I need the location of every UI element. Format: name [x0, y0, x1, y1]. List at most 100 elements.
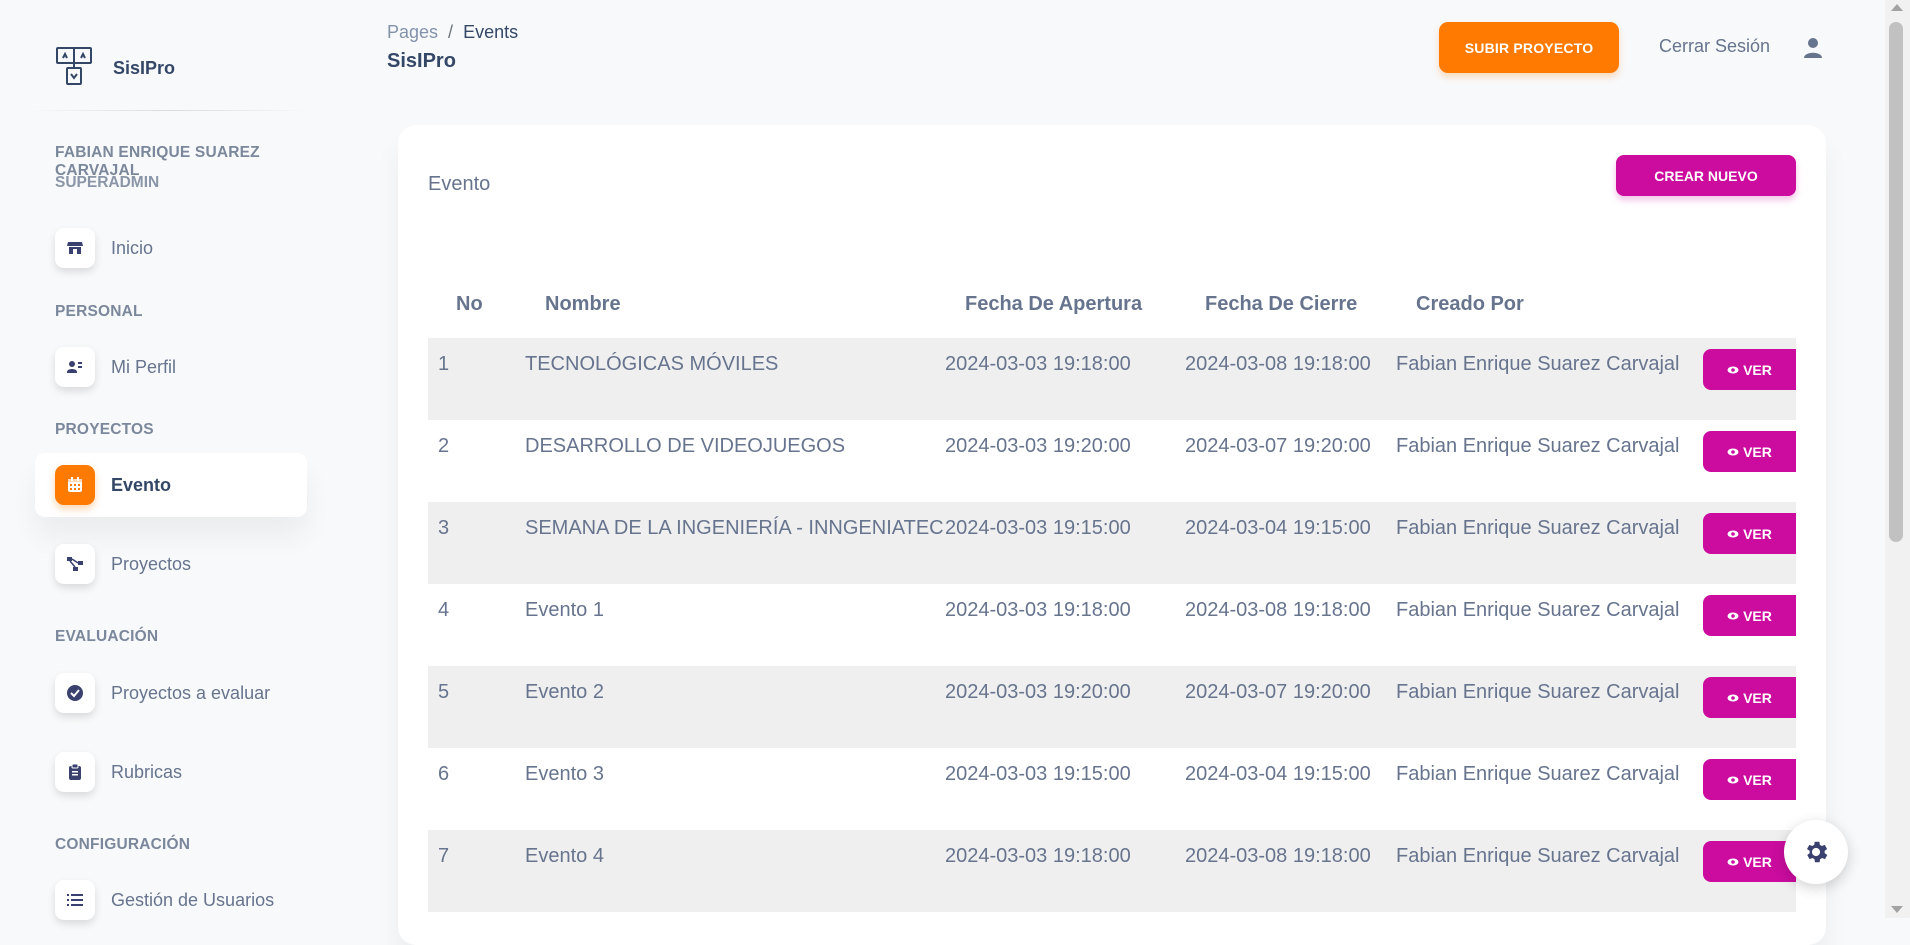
view-button[interactable]: VER [1703, 431, 1796, 472]
sidebar-item-gestion-usuarios[interactable]: Gestión de Usuarios [35, 868, 307, 932]
cell-cierre: 2024-03-08 19:18:00 [1185, 599, 1371, 621]
cell-apertura: 2024-03-03 19:18:00 [945, 353, 1131, 375]
view-button[interactable]: VER [1703, 349, 1796, 390]
sidebar-item-label: Proyectos a evaluar [111, 682, 271, 703]
gear-icon [1807, 841, 1828, 863]
sidebar-item-label: Proyectos [111, 553, 192, 574]
sidebar-item-inicio[interactable]: Inicio [35, 216, 307, 280]
view-button[interactable]: VER [1703, 677, 1796, 718]
cell-nombre: SEMANA DE LA INGENIERÍA - INNGENIATEC [525, 517, 944, 539]
view-label: VER [1743, 607, 1772, 624]
eye-icon [1727, 612, 1739, 619]
shop-icon [55, 228, 95, 268]
cell-no: 4 [438, 599, 450, 621]
brand[interactable]: SisIPro [55, 46, 175, 91]
table-row: 6 Evento 3 2024-03-03 19:15:00 2024-03-0… [428, 748, 1796, 830]
view-button[interactable]: VER [1703, 759, 1796, 800]
sidebar-item-label: Gestión de Usuarios [111, 889, 275, 910]
sidebar-item-label: Rubricas [111, 761, 183, 782]
column-header-cierre: Fecha De Cierre [1205, 293, 1358, 315]
cell-no: 6 [438, 763, 450, 785]
create-new-button[interactable]: CREAR NUEVO [1616, 155, 1796, 196]
table-row: 5 Evento 2 2024-03-03 19:20:00 2024-03-0… [428, 666, 1796, 748]
diagram-icon [55, 544, 95, 584]
breadcrumb-parent[interactable]: Pages [387, 22, 438, 42]
cell-apertura: 2024-03-03 19:20:00 [945, 681, 1131, 703]
logout-link[interactable]: Cerrar Sesión [1659, 36, 1770, 57]
cell-cierre: 2024-03-08 19:18:00 [1185, 845, 1371, 867]
view-button[interactable]: VER [1703, 513, 1796, 554]
cell-cierre: 2024-03-04 19:15:00 [1185, 517, 1371, 539]
sidebar-item-label: Mi Perfil [111, 356, 177, 377]
sidebar-item-mi-perfil[interactable]: Mi Perfil [35, 335, 307, 399]
user-icon[interactable] [1802, 37, 1824, 59]
table-header: No Nombre Fecha De Apertura Fecha De Cie… [428, 293, 1796, 335]
user-role: SUPERADMIN [55, 174, 160, 191]
view-label: VER [1743, 853, 1772, 870]
view-button[interactable]: VER [1703, 595, 1796, 636]
breadcrumb: Pages / Events [387, 22, 518, 43]
sidebar-item-rubricas[interactable]: Rubricas [35, 740, 307, 804]
sidebar-item-label: Evento [111, 474, 172, 495]
cell-cierre: 2024-03-04 19:15:00 [1185, 763, 1371, 785]
upload-project-button[interactable]: SUBIR PROYECTO [1439, 22, 1619, 73]
scrollbar-thumb[interactable] [1889, 22, 1903, 542]
cell-creado: Fabian Enrique Suarez Carvajal [1396, 435, 1680, 457]
view-label: VER [1743, 771, 1772, 788]
cell-no: 5 [438, 681, 450, 703]
table-body: 1 TECNOLÓGICAS MÓVILES 2024-03-03 19:18:… [428, 338, 1796, 912]
cell-no: 1 [438, 353, 450, 375]
table-row: 1 TECNOLÓGICAS MÓVILES 2024-03-03 19:18:… [428, 338, 1796, 420]
scroll-up-arrow[interactable] [1891, 4, 1903, 11]
cell-apertura: 2024-03-03 19:18:00 [945, 845, 1131, 867]
sidebar-item-label: Inicio [111, 237, 154, 258]
scroll-down-arrow[interactable] [1891, 906, 1903, 913]
profile-icon [55, 347, 95, 387]
cell-apertura: 2024-03-03 19:20:00 [945, 435, 1131, 457]
column-header-creado: Creado Por [1416, 293, 1524, 315]
view-label: VER [1743, 443, 1772, 460]
cell-nombre: Evento 2 [525, 681, 604, 703]
column-header-nombre: Nombre [545, 293, 621, 315]
eye-icon [1727, 530, 1739, 537]
section-evaluacion: EVALUACIÓN [55, 628, 159, 645]
cell-no: 2 [438, 435, 450, 457]
table-row: 4 Evento 1 2024-03-03 19:18:00 2024-03-0… [428, 584, 1796, 666]
table-row: 3 SEMANA DE LA INGENIERÍA - INNGENIATEC … [428, 502, 1796, 584]
eye-icon [1727, 366, 1739, 373]
configurator-button[interactable] [1784, 820, 1848, 884]
table-row: 7 Evento 4 2024-03-03 19:18:00 2024-03-0… [428, 830, 1796, 912]
cell-creado: Fabian Enrique Suarez Carvajal [1396, 599, 1680, 621]
clipboard-icon [55, 752, 95, 792]
eye-icon [1727, 776, 1739, 783]
cell-apertura: 2024-03-03 19:15:00 [945, 517, 1131, 539]
sitemap-logo-icon [55, 46, 93, 91]
view-button[interactable]: VER [1703, 841, 1796, 882]
list-icon [55, 880, 95, 920]
section-personal: PERSONAL [55, 303, 143, 320]
cell-creado: Fabian Enrique Suarez Carvajal [1396, 763, 1680, 785]
sidebar-divider [30, 110, 310, 111]
cell-creado: Fabian Enrique Suarez Carvajal [1396, 517, 1680, 539]
cell-cierre: 2024-03-07 19:20:00 [1185, 681, 1371, 703]
view-label: VER [1743, 689, 1772, 706]
cell-creado: Fabian Enrique Suarez Carvajal [1396, 845, 1680, 867]
sidebar-item-proyectos-evaluar[interactable]: Proyectos a evaluar [35, 661, 307, 725]
table-row: 2 DESARROLLO DE VIDEOJUEGOS 2024-03-03 1… [428, 420, 1796, 502]
section-proyectos: PROYECTOS [55, 421, 154, 438]
brand-name: SisIPro [113, 58, 176, 78]
cell-creado: Fabian Enrique Suarez Carvajal [1396, 353, 1680, 375]
cell-nombre: Evento 3 [525, 763, 604, 785]
cell-apertura: 2024-03-03 19:18:00 [945, 599, 1131, 621]
breadcrumb-current: Events [463, 22, 519, 42]
sidebar-item-evento[interactable]: Evento [35, 453, 307, 517]
cell-nombre: Evento 1 [525, 599, 604, 621]
sidebar-item-proyectos[interactable]: Proyectos [35, 532, 307, 596]
column-header-no: No [456, 293, 483, 315]
cell-creado: Fabian Enrique Suarez Carvajal [1396, 681, 1680, 703]
events-card: Evento CREAR NUEVO No Nombre Fecha De Ap… [398, 125, 1826, 945]
eye-icon [1727, 858, 1739, 865]
cell-no: 3 [438, 517, 450, 539]
cell-nombre: DESARROLLO DE VIDEOJUEGOS [525, 435, 846, 457]
card-title: Evento [428, 173, 491, 195]
